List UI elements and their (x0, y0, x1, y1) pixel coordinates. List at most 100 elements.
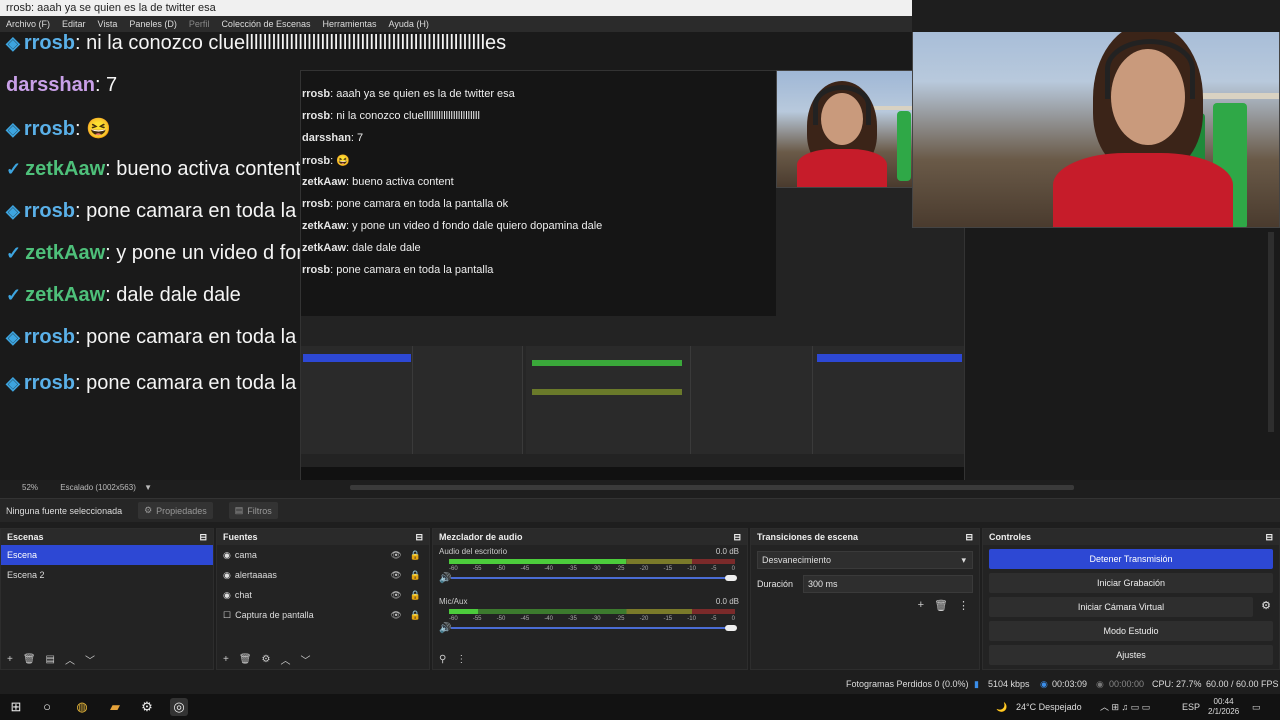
settings-icon[interactable]: ⚙ (138, 698, 156, 716)
menu-view[interactable]: Vista (98, 16, 118, 32)
sources-dock: Fuentes ⊟ ◉ cama 👁 🔒 ◉ alertaaaas 👁 🔒 ◉ chat 👁 🔒 ☐… (216, 528, 430, 670)
chat-username: rrosb (23, 118, 75, 140)
speaker-icon[interactable]: 🔊 (439, 623, 451, 634)
menu-edit[interactable]: Editar (62, 16, 86, 32)
eye-icon[interactable]: 👁 (390, 565, 401, 585)
properties-button[interactable]: ⚙ Propiedades (138, 502, 213, 519)
scene-item[interactable]: Escena (1, 545, 213, 565)
chat-username: rrosb (302, 198, 331, 210)
volume-slider[interactable] (451, 575, 737, 581)
chat-text: : y pone un video d fondo dale quiero do… (346, 220, 603, 232)
menu-profile[interactable]: Perfil (189, 16, 210, 32)
nested-chat-message: darsshan: 7 (302, 132, 363, 144)
menu-bar: Archivo (F) Editar Vista Paneles (D) Per… (0, 16, 912, 32)
bitrate: 5104 kbps (988, 679, 1030, 689)
filters-button[interactable]: ▤ Filtros (228, 502, 278, 519)
gear-icon[interactable]: ⚙ (262, 654, 271, 665)
sources-footer: + 🗑 ⚙ ︿ ﹀ (217, 649, 429, 669)
lock-icon[interactable]: 🔒 (410, 545, 421, 565)
gear-icon[interactable]: ⚙ (1261, 599, 1271, 612)
chat-username: rrosb (302, 88, 331, 100)
nested-chat-message: zetkAaw: dale dale dale (302, 242, 421, 254)
nested-chat-message: rrosb: ni la conozco cluelllllllllllllll… (302, 110, 480, 122)
speaker-icon[interactable]: 🔊 (439, 573, 451, 584)
duration-input[interactable]: 300 ms (803, 575, 973, 593)
settings-button[interactable]: Ajustes (989, 645, 1273, 665)
volume-knob[interactable] (725, 575, 737, 581)
clock[interactable]: 00:44 2/1/2026 (1208, 697, 1239, 720)
meter-tick-label: -35 (568, 616, 577, 622)
eye-icon[interactable]: 👁 (390, 545, 401, 565)
scene-item[interactable]: Escena 2 (1, 565, 213, 585)
eye-icon[interactable]: 👁 (390, 585, 401, 605)
sources-header: Fuentes ⊟ (217, 529, 429, 545)
chevron-down-icon[interactable]: ﹀ (85, 652, 95, 667)
preview-vscroll[interactable] (1268, 232, 1274, 432)
search-icon[interactable]: ○ (38, 698, 56, 716)
dock-menu-icon[interactable]: ⊟ (415, 529, 423, 545)
dock-menu-icon[interactable]: ⊟ (733, 529, 741, 545)
menu-tools[interactable]: Herramientas (323, 16, 377, 32)
dock-menu-icon[interactable]: ⊟ (199, 529, 207, 545)
trash-icon[interactable]: 🗑 (239, 654, 252, 665)
filter-icon[interactable]: ▤ (46, 654, 55, 665)
scenes-header: Escenas ⊟ (1, 529, 213, 545)
source-item[interactable]: ◉ cama 👁 🔒 (217, 545, 429, 565)
tray-icons[interactable]: ︿ ⊞ ♫ ▭ ▭ (1100, 694, 1150, 720)
mixer-channel: Mic/Aux 0.0 dB -60 -55 -50 -45 -40 -35 -30 -25-… (433, 595, 747, 645)
notification-icon[interactable]: ▭ (1252, 694, 1261, 720)
chrome-icon[interactable]: ◍ (73, 698, 91, 716)
mixer-header: Mezclador de audio ⊟ (433, 529, 747, 545)
source-item[interactable]: ☐ Captura de pantalla 👁 🔒 (217, 605, 429, 625)
lock-icon[interactable]: 🔒 (410, 585, 421, 605)
browser-icon: ◉ (223, 570, 231, 580)
eye-icon[interactable]: 👁 (390, 605, 401, 625)
add-icon[interactable]: + (7, 654, 13, 665)
preview-canvas[interactable]: ◈ rrosb: ni la conozco cluellllllllllllll… (0, 32, 1280, 480)
windows-start-icon[interactable]: ⊞ (7, 698, 25, 716)
chevron-up-icon[interactable]: ︿ (65, 652, 75, 667)
dock-menu-icon[interactable]: ⊟ (1265, 529, 1273, 545)
file-explorer-icon[interactable]: ▰ (106, 698, 124, 716)
source-item[interactable]: ◉ alertaaaas 👁 🔒 (217, 565, 429, 585)
chat-username: zetkAaw (302, 242, 347, 254)
stop-streaming-button[interactable]: Detener Transmisión (989, 549, 1273, 569)
menu-docks[interactable]: Paneles (D) (129, 16, 177, 32)
chat-badge-icon: ◈ (6, 201, 20, 221)
zoom-level[interactable]: 52% (22, 483, 38, 492)
scale-dropdown-icon[interactable]: ▼ (144, 483, 152, 492)
volume-knob[interactable] (725, 625, 737, 631)
trash-icon[interactable]: 🗑 (934, 599, 948, 612)
preview-hscroll[interactable] (350, 485, 1074, 490)
chevron-up-icon[interactable]: ︿ (281, 652, 291, 667)
menu-scene-collection[interactable]: Colección de Escenas (221, 16, 310, 32)
menu-file[interactable]: Archivo (F) (6, 16, 50, 32)
weather-icon: 🌙 (996, 702, 1008, 712)
meter-tick-label: -15 (663, 616, 673, 622)
weather[interactable]: 24°C Despejado (1016, 694, 1082, 720)
source-item[interactable]: ◉ chat 👁 🔒 (217, 585, 429, 605)
volume-slider[interactable] (451, 625, 737, 631)
link-icon[interactable]: ⚲ (439, 654, 446, 665)
dock-menu-icon[interactable]: ⊟ (965, 529, 973, 545)
studio-mode-button[interactable]: Modo Estudio (989, 621, 1273, 641)
webcam-main (912, 32, 1280, 228)
chevron-down-icon[interactable]: ﹀ (301, 652, 311, 667)
more-icon[interactable]: ⋮ (958, 599, 969, 612)
more-icon[interactable]: ⋮ (456, 654, 466, 665)
trash-icon[interactable]: 🗑 (23, 654, 36, 665)
lock-icon[interactable]: 🔒 (410, 605, 421, 625)
chat-text: : 😆 (330, 155, 350, 167)
chat-badge-icon: ✓ (6, 285, 22, 305)
start-virtual-camera-button[interactable]: Iniciar Cámara Virtual (989, 597, 1253, 617)
add-icon[interactable]: + (918, 599, 924, 612)
add-icon[interactable]: + (223, 654, 229, 665)
language[interactable]: ESP (1182, 694, 1200, 720)
stream-time: 00:03:09 (1052, 679, 1088, 689)
menu-help[interactable]: Ayuda (H) (389, 16, 429, 32)
start-recording-button[interactable]: Iniciar Grabación (989, 573, 1273, 593)
scale-mode[interactable]: Escalado (1002x563) (60, 483, 136, 492)
obs-icon[interactable]: ◎ (170, 698, 188, 716)
transition-select[interactable]: Desvanecimiento ▾ (757, 551, 973, 569)
lock-icon[interactable]: 🔒 (410, 565, 421, 585)
